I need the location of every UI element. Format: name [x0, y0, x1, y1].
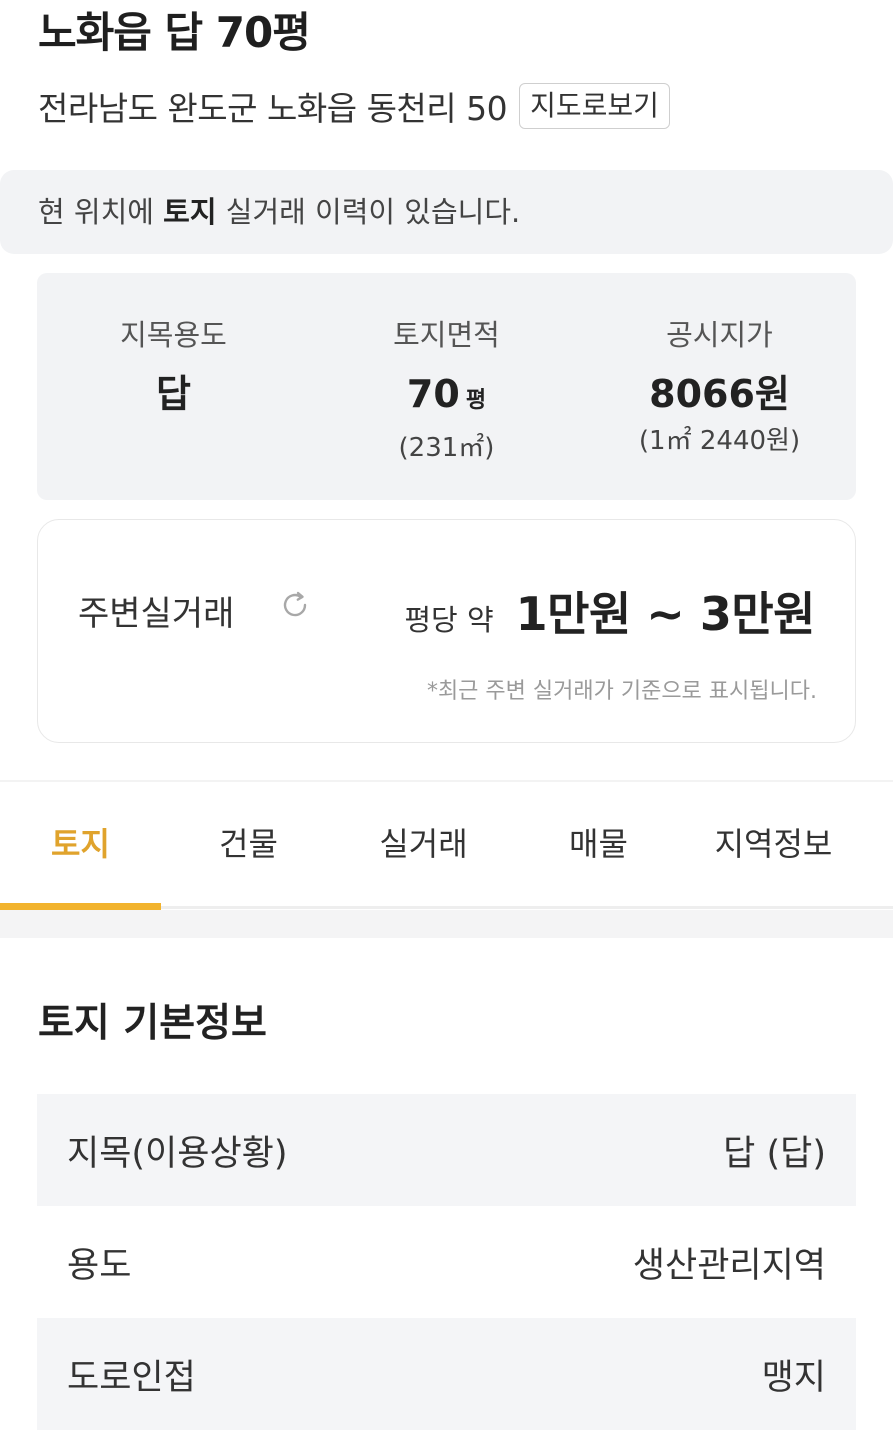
summary-official-price: 공시지가 8066원 (1㎡ 2440원): [583, 273, 856, 500]
row-label: 용도: [67, 1245, 132, 1286]
notice-suffix: 실거래 이력이 있습니다.: [216, 195, 521, 229]
row-label: 지목(이용상황): [67, 1133, 288, 1174]
notice-prefix: 현 위치에: [38, 195, 164, 229]
land-basic-info-table: 지목(이용상황) 답 (답) 용도 생산관리지역 도로인접 맹지: [37, 1094, 856, 1430]
summary-label: 공시지가: [666, 318, 773, 352]
table-row: 도로인접 맹지: [37, 1318, 856, 1430]
refresh-icon[interactable]: [278, 588, 312, 622]
tab-building[interactable]: 건물: [161, 782, 336, 906]
active-tab-indicator: [0, 903, 161, 910]
tab-bar: 토지 건물 실거래 매물 지역정보: [0, 780, 893, 906]
tab-divider: [161, 906, 893, 909]
nearby-price: 평당 약 1만원 ~ 3만원: [404, 578, 815, 644]
address-text: 전라남도 완도군 노화읍 동천리 50: [38, 89, 508, 128]
price-prefix: 평당 약: [404, 603, 494, 637]
summary-land-area: 토지면적 70 평 (231㎡): [310, 273, 583, 500]
nearby-transactions-card: 주변실거래 평당 약 1만원 ~ 3만원 *최근 주변 실거래가 기준으로 표시…: [37, 519, 856, 743]
tab-region-info[interactable]: 지역정보: [686, 782, 861, 906]
tab-listings[interactable]: 매물: [511, 782, 686, 906]
table-row: 지목(이용상황) 답 (답): [37, 1094, 856, 1206]
summary-land-category: 지목용도 답: [37, 273, 310, 500]
summary-value: 70 평: [310, 371, 583, 424]
nearby-title: 주변실거래: [78, 594, 235, 634]
header: 노화읍 답 70평 전라남도 완도군 노화읍 동천리 50 지도로보기: [38, 8, 855, 130]
section-divider: [0, 910, 893, 938]
land-summary-panel: 지목용도 답 토지면적 70 평 (231㎡) 공시지가 8066원 (1㎡ 24…: [37, 273, 856, 500]
transaction-notice: 현 위치에 토지 실거래 이력이 있습니다.: [0, 170, 893, 254]
price-range: 1만원 ~ 3만원: [515, 587, 816, 641]
summary-label: 토지면적: [393, 318, 500, 352]
page-title: 노화읍 답 70평: [38, 8, 311, 57]
tab-land[interactable]: 토지: [0, 782, 161, 906]
row-value: 생산관리지역: [632, 1245, 826, 1286]
notice-highlight: 토지: [163, 195, 217, 229]
section-title: 토지 기본정보: [38, 1001, 267, 1046]
row-value: 답 (답): [723, 1133, 826, 1174]
area-value: 70: [406, 372, 460, 416]
address-row: 전라남도 완도군 노화읍 동천리 50 지도로보기: [38, 82, 855, 130]
summary-subvalue: (1㎡ 2440원): [638, 426, 801, 456]
summary-subvalue: (231㎡): [398, 433, 495, 463]
summary-label: 지목용도: [120, 318, 227, 352]
tab-transactions[interactable]: 실거래: [336, 782, 511, 906]
view-on-map-button[interactable]: 지도로보기: [519, 83, 670, 129]
area-unit: 평: [465, 388, 487, 413]
summary-value: 8066원: [649, 372, 790, 416]
table-row: 용도 생산관리지역: [37, 1206, 856, 1318]
row-label: 도로인접: [67, 1357, 196, 1398]
summary-value: 답: [156, 372, 191, 416]
nearby-note: *최근 주변 실거래가 기준으로 표시됩니다.: [426, 679, 817, 704]
row-value: 맹지: [761, 1357, 826, 1398]
